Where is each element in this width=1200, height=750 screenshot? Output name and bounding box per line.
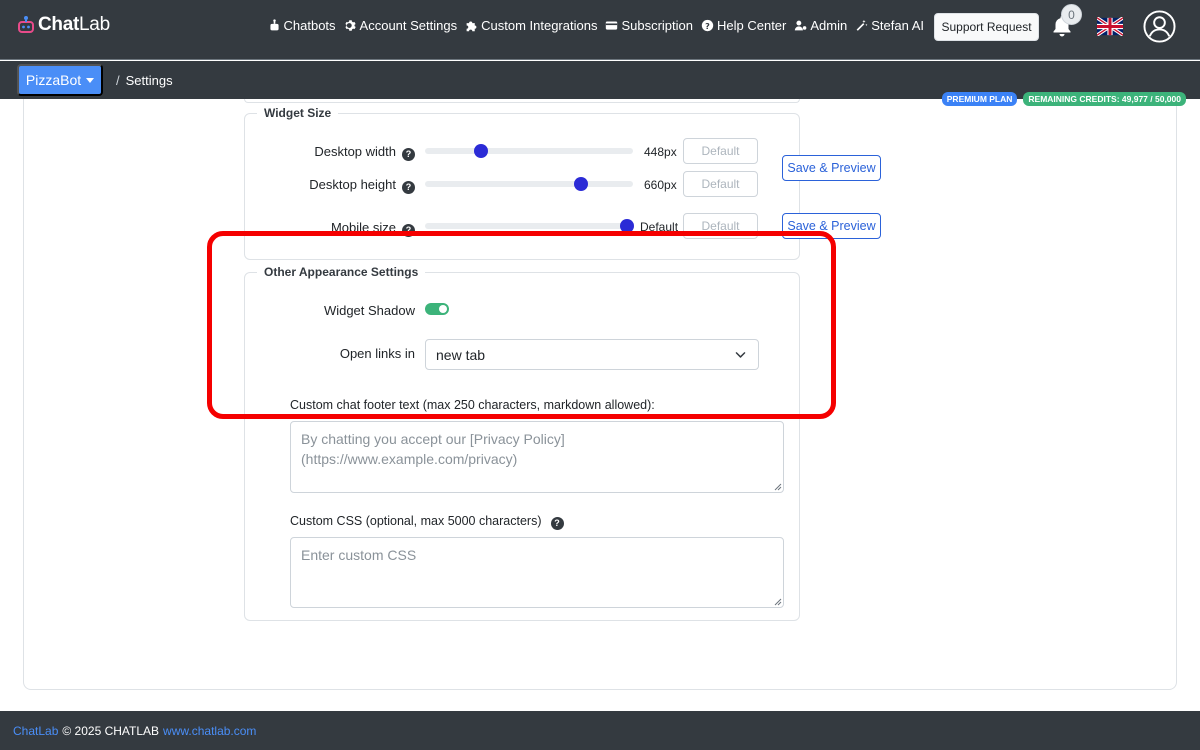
robot-logo-icon — [16, 14, 36, 36]
footer-text-textarea[interactable]: By chatting you accept our [Privacy Poli… — [290, 421, 784, 493]
chevron-down-icon — [735, 352, 746, 358]
desktop-height-slider[interactable] — [425, 177, 633, 191]
caret-down-icon — [86, 77, 95, 83]
custom-css-textarea[interactable]: Enter custom CSS — [290, 537, 784, 608]
nav-custom-integrations[interactable]: Custom Integrations — [465, 18, 597, 33]
desktop-width-label: Desktop width? — [260, 144, 415, 161]
desktop-height-label: Desktop height? — [260, 177, 415, 194]
footer-text-label: Custom chat footer text (max 250 charact… — [290, 398, 655, 412]
open-links-label: Open links in — [339, 346, 415, 361]
credit-card-icon — [606, 21, 618, 30]
footer-brand-link[interactable]: ChatLab — [13, 724, 58, 738]
puzzle-icon — [466, 21, 477, 32]
remaining-credits-badge: REMAINING CREDITS: 49,977 / 50,000 — [1023, 92, 1186, 106]
uk-flag-icon[interactable] — [1096, 16, 1124, 37]
logo-text: ChatLab — [38, 14, 110, 35]
desktop-width-default-input[interactable]: Default — [683, 138, 758, 164]
widget-size-legend: Widget Size — [257, 106, 339, 120]
premium-plan-badge: PREMIUM PLAN — [941, 92, 1018, 106]
help-icon[interactable]: ? — [402, 147, 415, 161]
save-preview-desktop-button[interactable]: Save & Preview — [782, 155, 881, 181]
desktop-width-slider[interactable] — [425, 144, 633, 158]
user-avatar-icon[interactable] — [1143, 10, 1176, 43]
user-cog-icon — [795, 20, 807, 31]
nav-stefan-ai[interactable]: Stefan AI — [855, 18, 924, 33]
mobile-size-default-input[interactable]: Default — [683, 213, 758, 239]
nav-help-center[interactable]: ? Help Center — [701, 18, 786, 33]
support-request-button[interactable]: Support Request — [934, 13, 1039, 41]
chatlab-logo[interactable]: ChatLab — [16, 14, 110, 36]
page-footer: ChatLab © 2025 CHATLAB www.chatlab.com — [0, 711, 1200, 750]
widget-shadow-label: Widget Shadow — [323, 303, 415, 318]
gear-icon — [344, 20, 356, 31]
breadcrumb: / Settings — [116, 73, 173, 88]
slider-thumb[interactable] — [619, 219, 634, 233]
desktop-height-default-input[interactable]: Default — [683, 171, 758, 197]
mobile-size-slider[interactable] — [425, 219, 634, 233]
help-icon[interactable]: ? — [402, 180, 415, 194]
help-icon[interactable]: ? — [402, 223, 415, 237]
slider-thumb[interactable] — [574, 177, 588, 191]
magic-wand-icon — [856, 19, 868, 31]
mobile-size-label: Mobile size? — [260, 220, 415, 237]
open-links-select[interactable]: new tab — [425, 339, 759, 370]
nav-account-settings[interactable]: Account Settings — [344, 18, 457, 33]
footer-site-link[interactable]: www.chatlab.com — [163, 724, 256, 738]
robot-icon — [269, 19, 279, 31]
footer-copyright: © 2025 CHATLAB — [62, 723, 160, 738]
desktop-width-value: 448px — [644, 145, 677, 159]
breadcrumb-current: Settings — [125, 73, 173, 88]
help-icon[interactable]: ? — [550, 516, 564, 530]
top-navbar: ChatLab Chatbots Account Settings Custom… — [0, 0, 1200, 60]
desktop-height-value: 660px — [644, 178, 677, 192]
nav-chatbots[interactable]: Chatbots — [268, 18, 336, 33]
resize-grip-icon[interactable] — [774, 598, 782, 606]
question-circle-icon: ? — [701, 19, 714, 32]
custom-css-label: Custom CSS (optional, max 5000 character… — [290, 514, 564, 530]
main-nav-links: Chatbots Account Settings Custom Integra… — [268, 18, 924, 33]
widget-shadow-toggle[interactable] — [425, 303, 449, 315]
notification-count-badge: 0 — [1061, 4, 1082, 25]
resize-grip-icon[interactable] — [774, 483, 782, 491]
nav-subscription[interactable]: Subscription — [605, 18, 693, 33]
save-preview-mobile-button[interactable]: Save & Preview — [782, 213, 881, 239]
nav-admin[interactable]: Admin — [794, 18, 847, 33]
other-appearance-legend: Other Appearance Settings — [257, 265, 426, 279]
mobile-size-value: Default — [640, 220, 679, 234]
plan-badges: PREMIUM PLAN REMAINING CREDITS: 49,977 /… — [941, 92, 1186, 106]
previous-settings-group-edge — [244, 99, 800, 103]
svg-text:?: ? — [705, 21, 710, 31]
chatbot-selector-dropdown[interactable]: PizzaBot — [17, 64, 103, 96]
